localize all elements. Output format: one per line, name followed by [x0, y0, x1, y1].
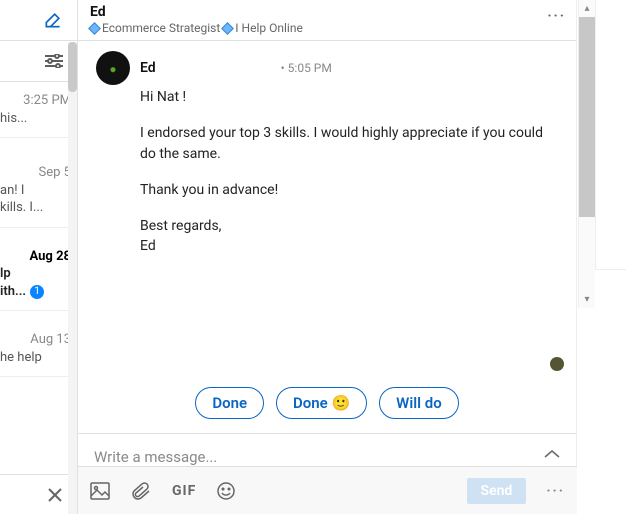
conversation-header: Ed Ecommerce Strategist I Help Online ··… [78, 0, 576, 41]
conversation-pane: Ed Ecommerce Strategist I Help Online ··… [78, 0, 577, 514]
conversation-item[interactable]: Sep 5 an! I kills. I... [0, 138, 77, 228]
message-sender: Ed [140, 60, 156, 76]
gif-icon[interactable]: GIF [172, 483, 196, 499]
scrollbar-thumb[interactable] [68, 42, 77, 92]
scroll-down-icon[interactable]: ▾ [579, 291, 595, 308]
conversation-preview: ith... [0, 283, 26, 301]
read-receipt-avatar [550, 357, 564, 371]
conversation-preview: an! I [0, 182, 71, 200]
premium-icon [221, 22, 234, 35]
sidebar-filter[interactable] [0, 41, 77, 82]
message-line: Thank you in advance! [140, 180, 558, 200]
message-time: • 5:05 PM [281, 61, 332, 75]
expand-icon[interactable] [542, 448, 562, 460]
send-button[interactable]: Send [467, 478, 527, 504]
message-body: Ed • 5:05 PM Hi Nat ! I endorsed your to… [78, 41, 576, 433]
conversation-item[interactable]: Aug 13 he help [0, 311, 77, 377]
compose-placeholder: Write a message... [94, 448, 217, 466]
premium-icon [88, 22, 101, 35]
conversation-preview: his... [0, 110, 71, 128]
message-line: Best regards, [140, 216, 558, 236]
sidebar-scrollbar[interactable] [68, 42, 77, 514]
avatar[interactable] [96, 51, 130, 85]
scroll-up-icon[interactable]: ▴ [579, 0, 595, 17]
conversation-item[interactable]: 3:25 PM his... [0, 82, 77, 138]
message-text: Hi Nat ! I endorsed your top 3 skills. I… [140, 87, 558, 257]
conversation-preview: lp [0, 265, 71, 283]
header-name: Ed [90, 4, 564, 20]
toolbar-more-icon[interactable]: ··· [546, 483, 565, 499]
quick-reply-button[interactable]: Will do [379, 387, 459, 419]
header-sub2: I Help Online [235, 21, 303, 35]
message-line: I endorsed your top 3 skills. I would hi… [140, 123, 558, 164]
attachment-icon[interactable] [130, 482, 152, 500]
conversation-preview-row: ith... 1 [0, 283, 71, 301]
compose-icon[interactable] [43, 10, 63, 30]
message-line: Ed [140, 236, 558, 256]
conversation-item-active[interactable]: Aug 28 lp ith... 1 [0, 228, 77, 312]
scrollbar-thumb[interactable] [579, 17, 595, 217]
message-line: Hi Nat ! [140, 87, 558, 107]
conversation-preview: kills. I... [0, 199, 71, 217]
unread-badge: 1 [30, 285, 44, 299]
right-gutter [595, 0, 626, 270]
image-icon[interactable] [90, 482, 110, 500]
conversation-date: Aug 13 [0, 331, 71, 349]
scrollbar-track[interactable] [579, 17, 595, 291]
conversation-sidebar: 3:25 PM his... Sep 5 an! I kills. I... A… [0, 0, 78, 514]
quick-reply-row: Done Done 🙂 Will do [78, 387, 576, 419]
sidebar-close[interactable] [0, 474, 77, 514]
compose-toolbar: GIF Send ··· [78, 466, 577, 514]
quick-reply-button[interactable]: Done 🙂 [276, 387, 367, 419]
quick-reply-button[interactable]: Done [195, 387, 264, 419]
outer-scrollbar[interactable]: ▴ ▾ [578, 0, 595, 308]
close-icon [47, 487, 63, 503]
header-sub1: Ecommerce Strategist [102, 21, 220, 35]
emoji-icon[interactable] [216, 481, 236, 501]
message-header: Ed • 5:05 PM [96, 51, 558, 85]
conversation-date: Aug 28 [0, 248, 71, 266]
header-subtitle: Ecommerce Strategist I Help Online [90, 21, 564, 35]
conversation-date: Sep 5 [0, 164, 71, 182]
conversation-date: 3:25 PM [0, 92, 71, 110]
conversation-preview: he help [0, 349, 71, 367]
filter-icon [45, 54, 63, 68]
header-more-icon[interactable]: ··· [547, 8, 566, 24]
sidebar-top [0, 0, 77, 41]
